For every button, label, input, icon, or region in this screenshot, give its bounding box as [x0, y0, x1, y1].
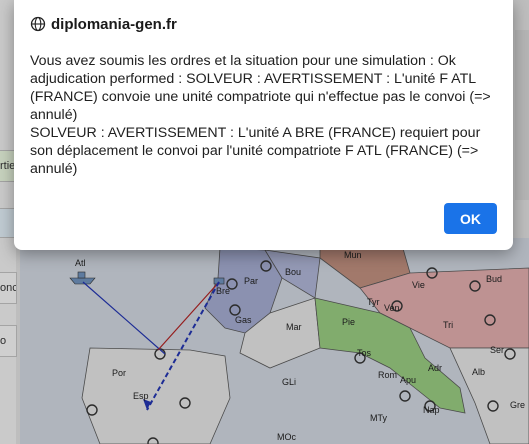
ok-button[interactable]: OK: [444, 203, 497, 234]
alert-dialog: diplomania-gen.fr Vous avez soumis les o…: [14, 0, 513, 250]
dialog-site-title: diplomania-gen.fr: [51, 15, 177, 33]
dialog-message-line-2: SOLVEUR : AVERTISSEMENT : L'unité A BRE …: [30, 125, 481, 177]
dialog-message-line-1: Vous avez soumis les ordres et la situat…: [30, 53, 491, 123]
dialog-header: diplomania-gen.fr: [30, 14, 177, 34]
dialog-message: Vous avez soumis les ordres et la situat…: [30, 52, 492, 178]
globe-icon: [30, 16, 46, 32]
